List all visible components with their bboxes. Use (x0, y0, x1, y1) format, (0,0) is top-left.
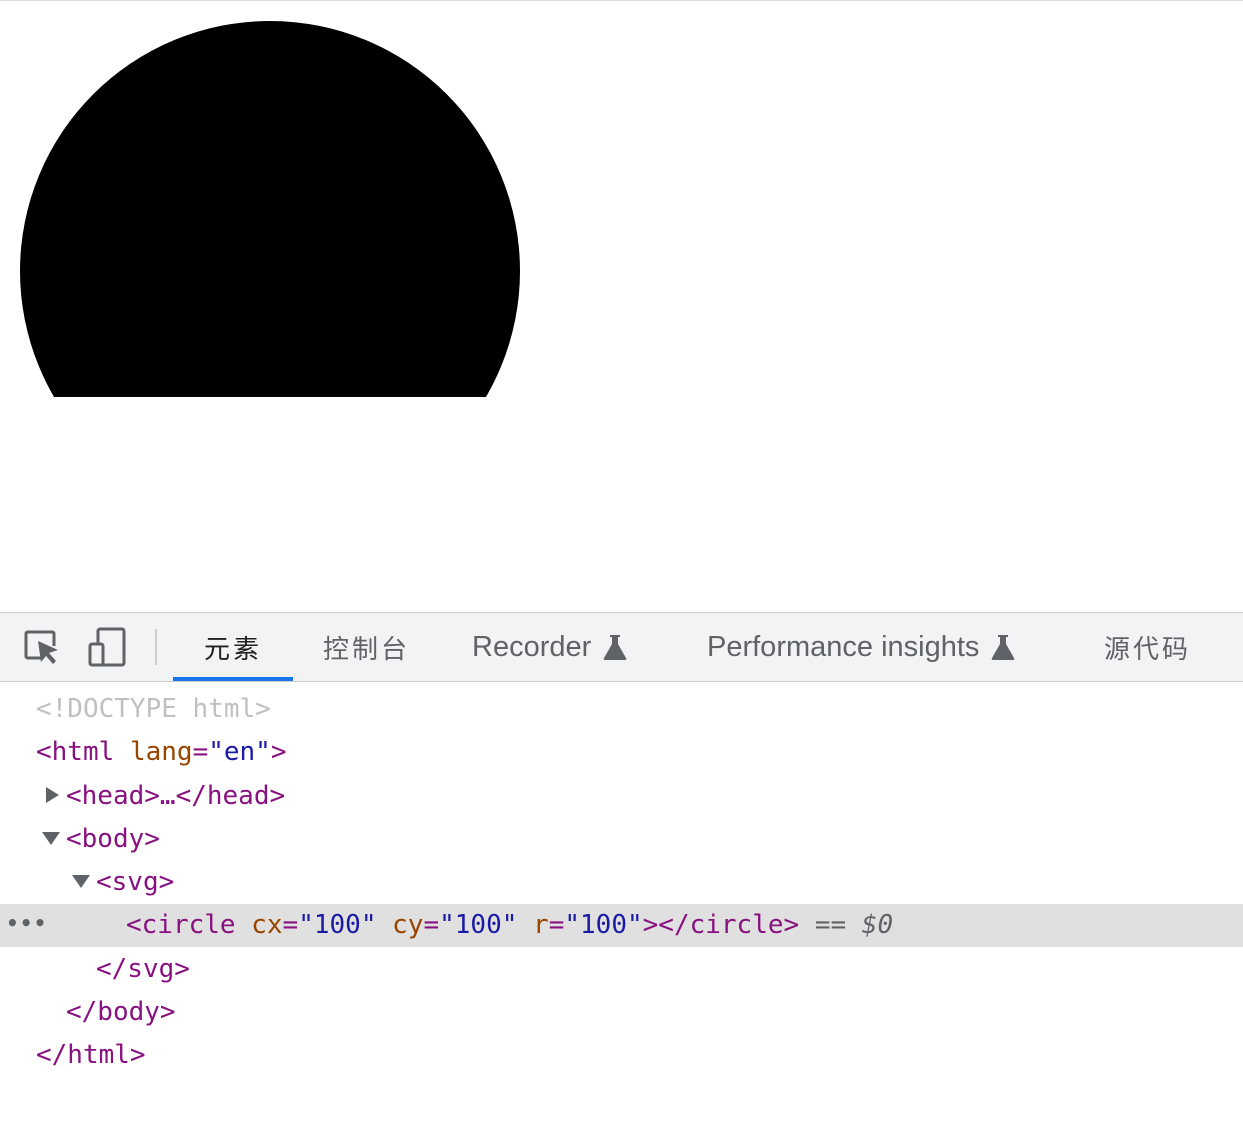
tab-recorder[interactable]: Recorder (472, 613, 627, 681)
attr-eq: = (423, 910, 440, 940)
html-attr-value: "en" (208, 737, 271, 767)
body-open-tag: <body> (66, 824, 160, 854)
devtools-toolbar: 元素 控制台 Recorder Performance insights 源代码 (0, 613, 1243, 682)
tree-row-head[interactable]: <head>…</head> (0, 775, 1243, 818)
device-toolbar-button[interactable] (88, 627, 128, 667)
html-open-close: > (270, 737, 287, 767)
tab-sources[interactable]: 源代码 (1104, 613, 1191, 681)
flask-icon (603, 633, 627, 661)
body-close-tag: </body> (66, 997, 176, 1027)
tree-row-svg-close[interactable]: </svg> (0, 948, 1243, 991)
inspect-element-icon (24, 630, 58, 664)
tab-sources-label: 源代码 (1104, 634, 1192, 665)
flask-icon (991, 633, 1015, 661)
tab-console[interactable]: 控制台 (323, 613, 410, 681)
circle-tag-name: <circle (126, 910, 236, 940)
inspect-element-button[interactable] (22, 627, 62, 667)
tab-recorder-label: Recorder (472, 630, 592, 663)
page-viewport (0, 0, 1243, 612)
head-collapsed-tag: <head>…</head> (66, 781, 286, 811)
circle-cy-name: cy (392, 910, 424, 940)
html-attr-eq: = (192, 737, 209, 767)
doctype-text: <!DOCTYPE html> (36, 694, 271, 724)
tree-row-svg[interactable]: <svg> (0, 861, 1243, 904)
html-close-tag: </html> (36, 1040, 146, 1070)
selected-element-marker: == $0 (814, 910, 894, 940)
page-svg-canvas (20, 21, 520, 397)
svg-open-tag: <svg> (96, 867, 175, 897)
collapse-triangle-icon[interactable] (42, 832, 60, 845)
tree-row-doctype[interactable]: <!DOCTYPE html> (0, 688, 1243, 731)
tree-row-body-close[interactable]: </body> (0, 991, 1243, 1034)
circle-r-name: r (533, 910, 549, 940)
tree-row-circle-selected[interactable]: ••• <circle cx="100" cy="100" r="100"></… (0, 904, 1243, 947)
circle-cx-name: cx (251, 910, 283, 940)
black-circle[interactable] (20, 21, 520, 397)
tree-row-body[interactable]: <body> (0, 818, 1243, 861)
circle-r-value: "100" (564, 910, 643, 940)
tab-performance-insights[interactable]: Performance insights (707, 613, 1015, 681)
svg-close-tag: </svg> (96, 954, 190, 984)
tab-elements-label: 元素 (204, 634, 263, 665)
attr-eq: = (548, 910, 565, 940)
circle-cy-value: "100" (439, 910, 518, 940)
circle-element-tag: <circle cx="100" cy="100" r="100"></circ… (126, 904, 893, 947)
active-tab-indicator (173, 677, 293, 681)
collapse-triangle-icon[interactable] (72, 875, 90, 888)
expand-triangle-icon[interactable] (46, 787, 59, 803)
html-attr-name: lang (129, 737, 193, 767)
circle-close-tag: ></circle> (642, 910, 800, 940)
html-tag-name: <html (36, 737, 115, 767)
toolbar-divider (155, 629, 157, 665)
tab-performance-insights-label: Performance insights (707, 630, 980, 663)
attr-eq: = (282, 910, 299, 940)
html-open-tag: <html lang="en"> (36, 731, 287, 774)
tab-console-label: 控制台 (323, 634, 411, 665)
tab-elements[interactable]: 元素 (204, 613, 262, 681)
tree-row-html-close[interactable]: </html> (0, 1034, 1243, 1077)
tree-row-html[interactable]: <html lang="en"> (0, 731, 1243, 774)
row-menu-dots-icon[interactable]: ••• (6, 904, 47, 942)
device-toolbar-icon (88, 627, 126, 667)
devtools-panel: 元素 控制台 Recorder Performance insights 源代码 (0, 612, 1243, 1148)
circle-cx-value: "100" (298, 910, 377, 940)
